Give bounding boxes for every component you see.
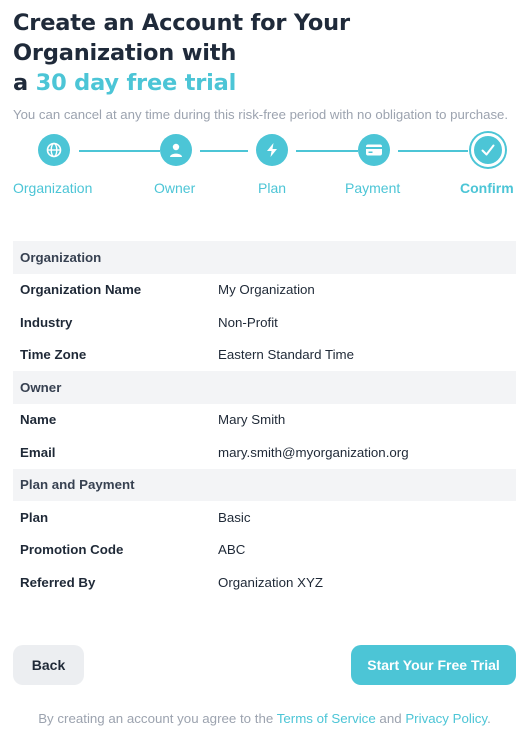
step-label-payment[interactable]: Payment bbox=[345, 180, 400, 196]
start-free-trial-button[interactable]: Start Your Free Trial bbox=[351, 645, 516, 685]
section-header-owner: Owner bbox=[13, 371, 516, 404]
summary-row: Promotion Code ABC bbox=[13, 534, 516, 567]
progress-stepper: Organization Owner Plan Payment Confirm bbox=[13, 130, 516, 202]
field-value: Basic bbox=[218, 509, 251, 525]
section-header-organization: Organization bbox=[13, 241, 516, 274]
step-payment[interactable] bbox=[358, 134, 390, 166]
summary-row: Plan Basic bbox=[13, 501, 516, 534]
bolt-icon bbox=[267, 143, 277, 157]
account-summary: Organization Organization Name My Organi… bbox=[13, 241, 516, 599]
summary-row: Organization Name My Organization bbox=[13, 274, 516, 307]
section-title: Plan and Payment bbox=[20, 477, 135, 493]
step-plan[interactable] bbox=[256, 134, 288, 166]
title-prefix: a bbox=[13, 70, 36, 96]
field-label: Promotion Code bbox=[20, 542, 124, 558]
field-value: ABC bbox=[218, 542, 246, 558]
field-label: Referred By bbox=[20, 574, 96, 590]
step-connector bbox=[398, 150, 468, 152]
back-button[interactable]: Back bbox=[13, 645, 84, 685]
step-confirm-inner bbox=[471, 133, 505, 167]
field-value: Organization XYZ bbox=[218, 574, 323, 590]
summary-row: Time Zone Eastern Standard Time bbox=[13, 339, 516, 372]
signup-page: Create an Account for Your Organization … bbox=[13, 0, 516, 726]
step-owner[interactable] bbox=[160, 134, 192, 166]
section-title: Organization bbox=[20, 249, 102, 265]
step-connector bbox=[79, 150, 160, 152]
field-value: Mary Smith bbox=[218, 412, 286, 428]
summary-row: Email mary.smith@myorganization.org bbox=[13, 436, 516, 469]
summary-row: Name Mary Smith bbox=[13, 404, 516, 437]
legal-and: and bbox=[375, 711, 406, 726]
check-icon bbox=[481, 144, 495, 156]
globe-icon bbox=[46, 142, 62, 158]
section-header-plan: Plan and Payment bbox=[13, 468, 516, 501]
summary-row: Referred By Organization XYZ bbox=[13, 566, 516, 599]
field-label: Organization Name bbox=[20, 282, 142, 298]
field-label: Plan bbox=[20, 509, 49, 525]
field-value: Non-Profit bbox=[218, 314, 278, 330]
step-organization[interactable] bbox=[38, 134, 70, 166]
summary-row: Industry Non-Profit bbox=[13, 306, 516, 339]
page-title: Create an Account for Your Organization … bbox=[13, 0, 516, 98]
field-label: Time Zone bbox=[20, 347, 87, 363]
field-value: My Organization bbox=[218, 282, 315, 298]
step-connector bbox=[200, 150, 248, 152]
privacy-policy-link[interactable]: Privacy Policy bbox=[405, 711, 487, 726]
terms-of-service-link[interactable]: Terms of Service bbox=[277, 711, 376, 726]
user-icon bbox=[170, 143, 182, 157]
field-value: Eastern Standard Time bbox=[218, 347, 354, 363]
field-label: Name bbox=[20, 412, 57, 428]
step-label-organization[interactable]: Organization bbox=[13, 180, 92, 196]
field-label: Email bbox=[20, 444, 56, 460]
field-label: Industry bbox=[20, 314, 73, 330]
step-confirm[interactable] bbox=[468, 130, 508, 170]
field-value: mary.smith@myorganization.org bbox=[218, 444, 409, 460]
title-accent: 30 day free trial bbox=[35, 70, 237, 96]
section-title: Owner bbox=[20, 379, 62, 395]
legal-prefix: By creating an account you agree to the bbox=[38, 711, 277, 726]
credit-card-icon bbox=[366, 144, 382, 156]
step-connector bbox=[296, 150, 358, 152]
step-label-plan[interactable]: Plan bbox=[258, 180, 286, 196]
page-subtitle: You can cancel at any time during this r… bbox=[13, 107, 509, 122]
step-label-owner[interactable]: Owner bbox=[154, 180, 195, 196]
title-line-1: Create an Account for Your Organization … bbox=[13, 10, 350, 66]
legal-suffix: . bbox=[487, 711, 491, 726]
step-label-confirm[interactable]: Confirm bbox=[460, 180, 514, 196]
legal-notice: By creating an account you agree to the … bbox=[13, 711, 516, 726]
